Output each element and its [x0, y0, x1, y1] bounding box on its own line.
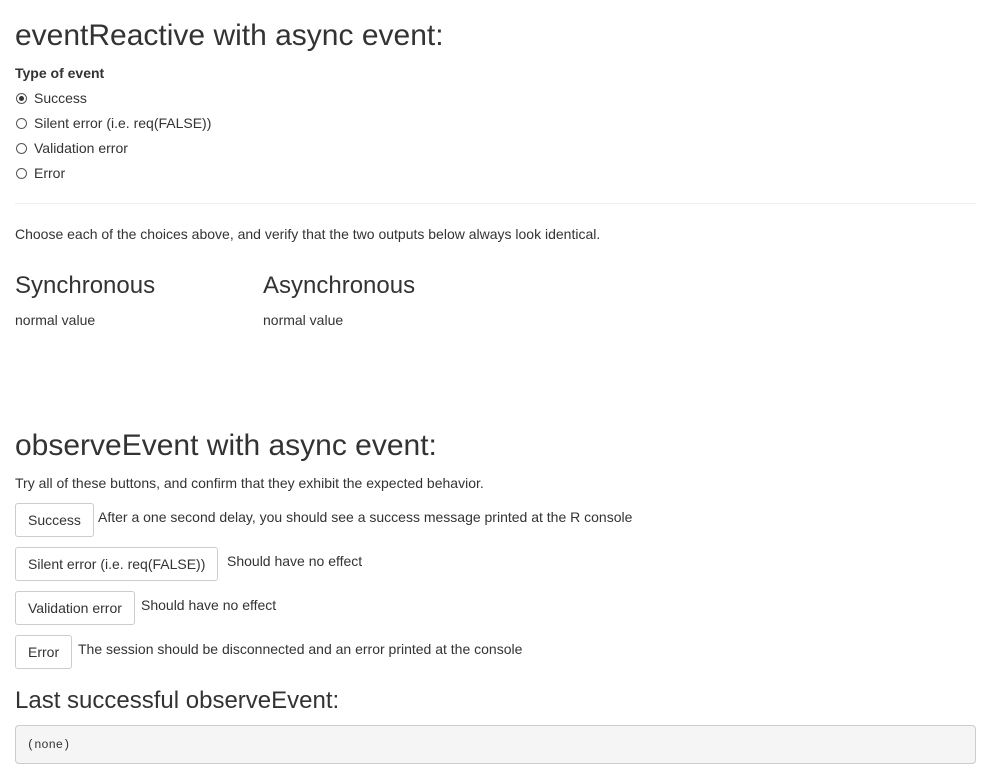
- radio-option-validation-error[interactable]: Validation error: [15, 138, 128, 158]
- last-successful-title: Last successful observeEvent:: [15, 687, 340, 714]
- silent-error-button[interactable]: Silent error (i.e. req(FALSE)): [15, 547, 219, 581]
- radio-option-label: Success: [34, 90, 87, 106]
- silent-error-note: Should have no effect: [227, 553, 363, 569]
- observe-event-title: observeEvent with async event:: [15, 429, 437, 462]
- success-button[interactable]: Success: [15, 503, 94, 537]
- radio-option-label: Error: [34, 165, 66, 181]
- error-button[interactable]: Error: [15, 635, 73, 669]
- error-note: The session should be disconnected and a…: [78, 641, 523, 657]
- radio-button-icon[interactable]: [16, 117, 27, 129]
- event-reactive-title: eventReactive with async event:: [15, 19, 444, 52]
- success-note: After a one second delay, you should see…: [98, 509, 633, 525]
- radio-button-icon[interactable]: [16, 167, 27, 179]
- radio-button-icon[interactable]: [16, 92, 27, 104]
- section-divider: [15, 203, 976, 204]
- last-successful-value: (none): [27, 737, 71, 752]
- validation-error-button[interactable]: Validation error: [15, 591, 135, 625]
- last-successful-output: (none): [15, 725, 976, 764]
- event-reactive-instructions: Choose each of the choices above, and ve…: [15, 226, 601, 242]
- asynchronous-output: normal value: [263, 312, 344, 328]
- radio-button-icon[interactable]: [16, 142, 27, 154]
- observe-event-instructions: Try all of these buttons, and confirm th…: [15, 475, 484, 491]
- radio-option-label: Validation error: [34, 140, 128, 156]
- synchronous-title: Synchronous: [15, 272, 156, 299]
- page: eventReactive with async event: Type of …: [0, 0, 992, 774]
- event-type-label: Type of event: [15, 65, 105, 81]
- radio-option-success[interactable]: Success: [15, 88, 87, 108]
- asynchronous-title: Asynchronous: [263, 272, 416, 299]
- radio-option-label: Silent error (i.e. req(FALSE)): [34, 115, 212, 131]
- radio-option-silent-error[interactable]: Silent error (i.e. req(FALSE)): [15, 113, 211, 133]
- synchronous-output: normal value: [15, 312, 96, 328]
- validation-error-note: Should have no effect: [141, 597, 277, 613]
- radio-option-error[interactable]: Error: [15, 163, 65, 183]
